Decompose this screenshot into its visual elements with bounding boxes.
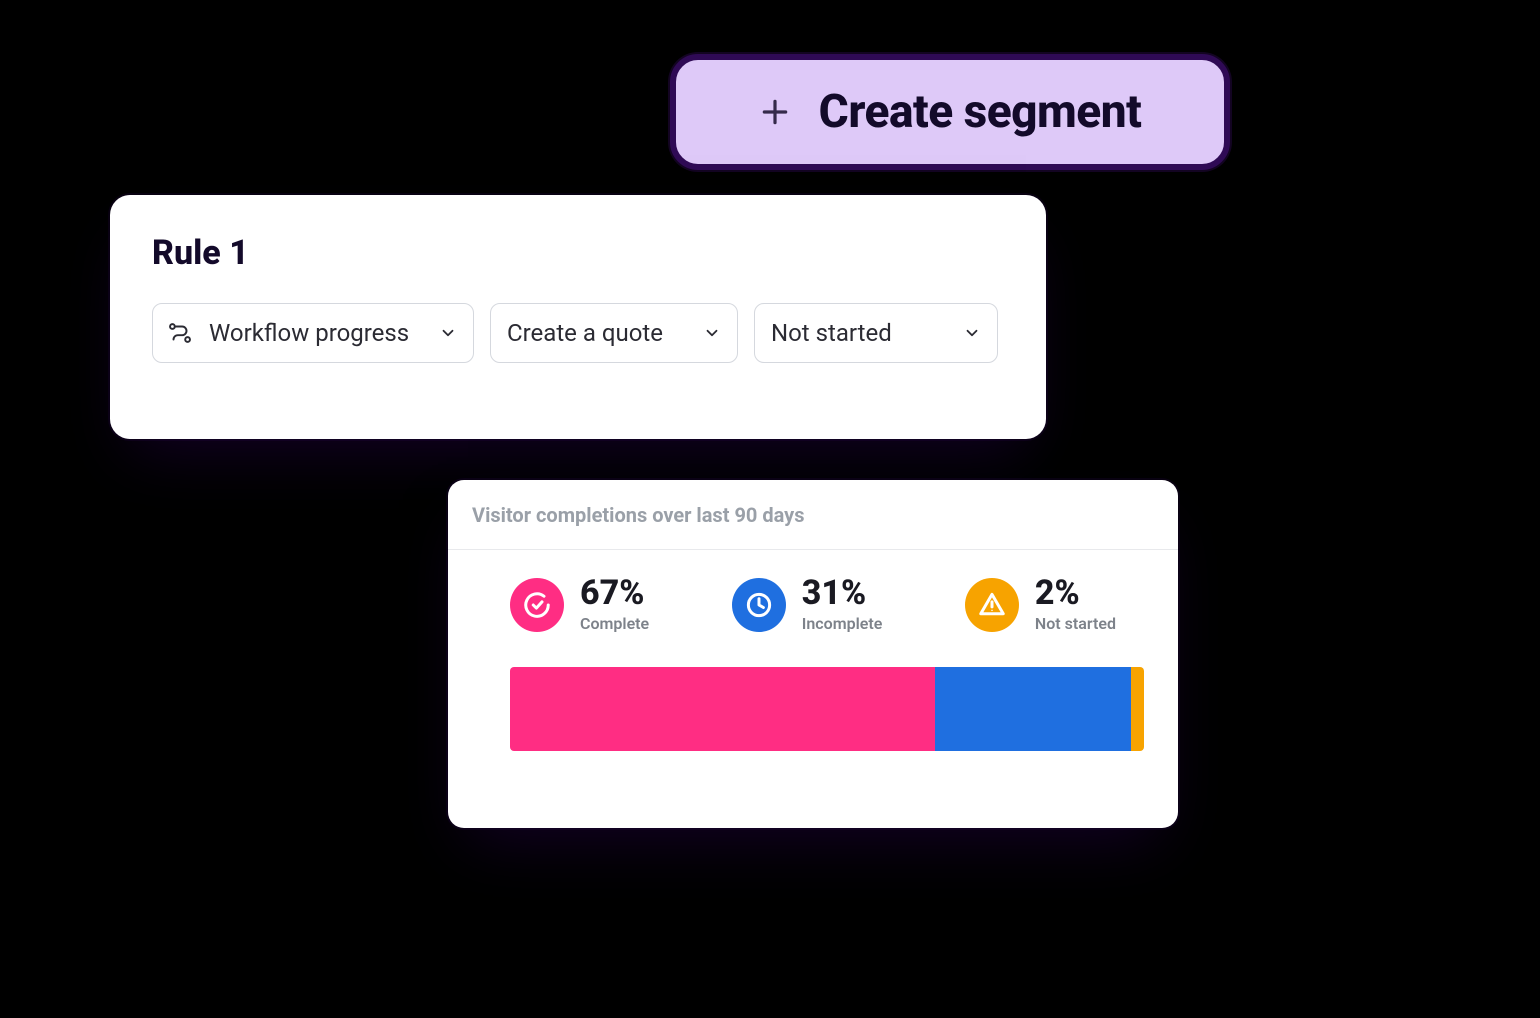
stat-value: 31%: [802, 576, 883, 610]
rule-dropdown-row: Workflow progress Create a quote Not sta…: [152, 303, 1004, 363]
stat-not-started: 2% Not started: [965, 576, 1116, 633]
metrics-card-header: Visitor completions over last 90 days: [448, 480, 1178, 550]
metrics-card-title: Visitor completions over last 90 days: [472, 503, 805, 527]
create-segment-button[interactable]: Create segment: [670, 54, 1230, 170]
metrics-card-body: 67% Complete 31% Incomplete: [448, 550, 1178, 781]
stats-row: 67% Complete 31% Incomplete: [510, 576, 1116, 633]
dropdown-label: Workflow progress: [209, 319, 425, 347]
chevron-down-icon: [703, 324, 721, 342]
stat-label: Complete: [580, 614, 649, 633]
create-segment-label: Create segment: [819, 85, 1142, 139]
bar-segment-incomplete: [935, 667, 1132, 751]
rule-title: Rule 1: [152, 233, 1004, 273]
stat-incomplete: 31% Incomplete: [732, 576, 883, 633]
dropdown-create-a-quote[interactable]: Create a quote: [490, 303, 738, 363]
check-circle-icon: [510, 578, 564, 632]
stat-label: Incomplete: [802, 614, 883, 633]
bar-segment-complete: [510, 667, 935, 751]
chevron-down-icon: [439, 324, 457, 342]
chevron-down-icon: [963, 324, 981, 342]
clock-icon: [732, 578, 786, 632]
dropdown-not-started[interactable]: Not started: [754, 303, 998, 363]
workflow-icon: [167, 320, 193, 346]
completion-bar-chart: [510, 667, 1144, 751]
alert-triangle-icon: [965, 578, 1019, 632]
stat-value: 67%: [580, 576, 649, 610]
stat-label: Not started: [1035, 614, 1116, 633]
plus-icon: [759, 96, 791, 128]
bar-segment-notstarted: [1131, 667, 1144, 751]
stat-value: 2%: [1035, 576, 1116, 610]
rule-card: Rule 1 Workflow progress Create a quote: [110, 195, 1046, 439]
dropdown-label: Create a quote: [507, 319, 689, 347]
stat-complete: 67% Complete: [510, 576, 649, 633]
dropdown-workflow-progress[interactable]: Workflow progress: [152, 303, 474, 363]
dropdown-label: Not started: [771, 319, 949, 347]
metrics-card: Visitor completions over last 90 days 67…: [448, 480, 1178, 828]
